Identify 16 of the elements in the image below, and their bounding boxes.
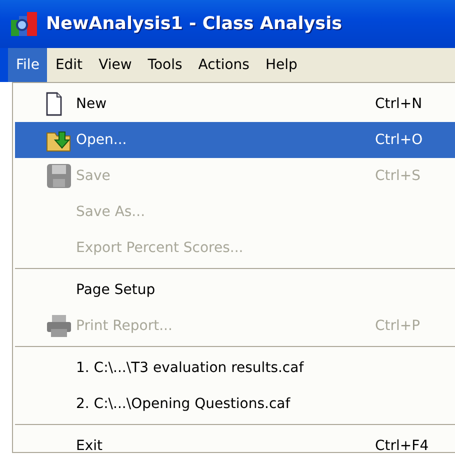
printer-icon	[46, 314, 72, 338]
menu-bar-item[interactable]: Edit	[47, 48, 91, 82]
menu-bar-item[interactable]: View	[90, 48, 140, 82]
menu-bar-item[interactable]: Tools	[140, 48, 190, 82]
menu-item[interactable]: 2. C:\...\Opening Questions.caf	[15, 386, 455, 422]
menu-item[interactable]: 1. C:\...\T3 evaluation results.caf	[15, 350, 455, 386]
document-icon	[46, 92, 62, 116]
menu-item[interactable]: Exit Ctrl+F4	[15, 428, 455, 464]
menu-bar-item[interactable]: Help	[257, 48, 306, 82]
menu-item[interactable]: New Ctrl+N	[15, 86, 455, 122]
menu-bar-item[interactable]: Actions	[190, 48, 258, 82]
menu-item[interactable]: Open... Ctrl+O	[15, 122, 455, 158]
app-icon	[10, 11, 38, 37]
menu-item[interactable]: Page Setup	[15, 272, 455, 308]
menu-bar-item[interactable]: File	[8, 48, 48, 82]
window-title: NewAnalysis1 - Class Analysis	[46, 14, 342, 34]
